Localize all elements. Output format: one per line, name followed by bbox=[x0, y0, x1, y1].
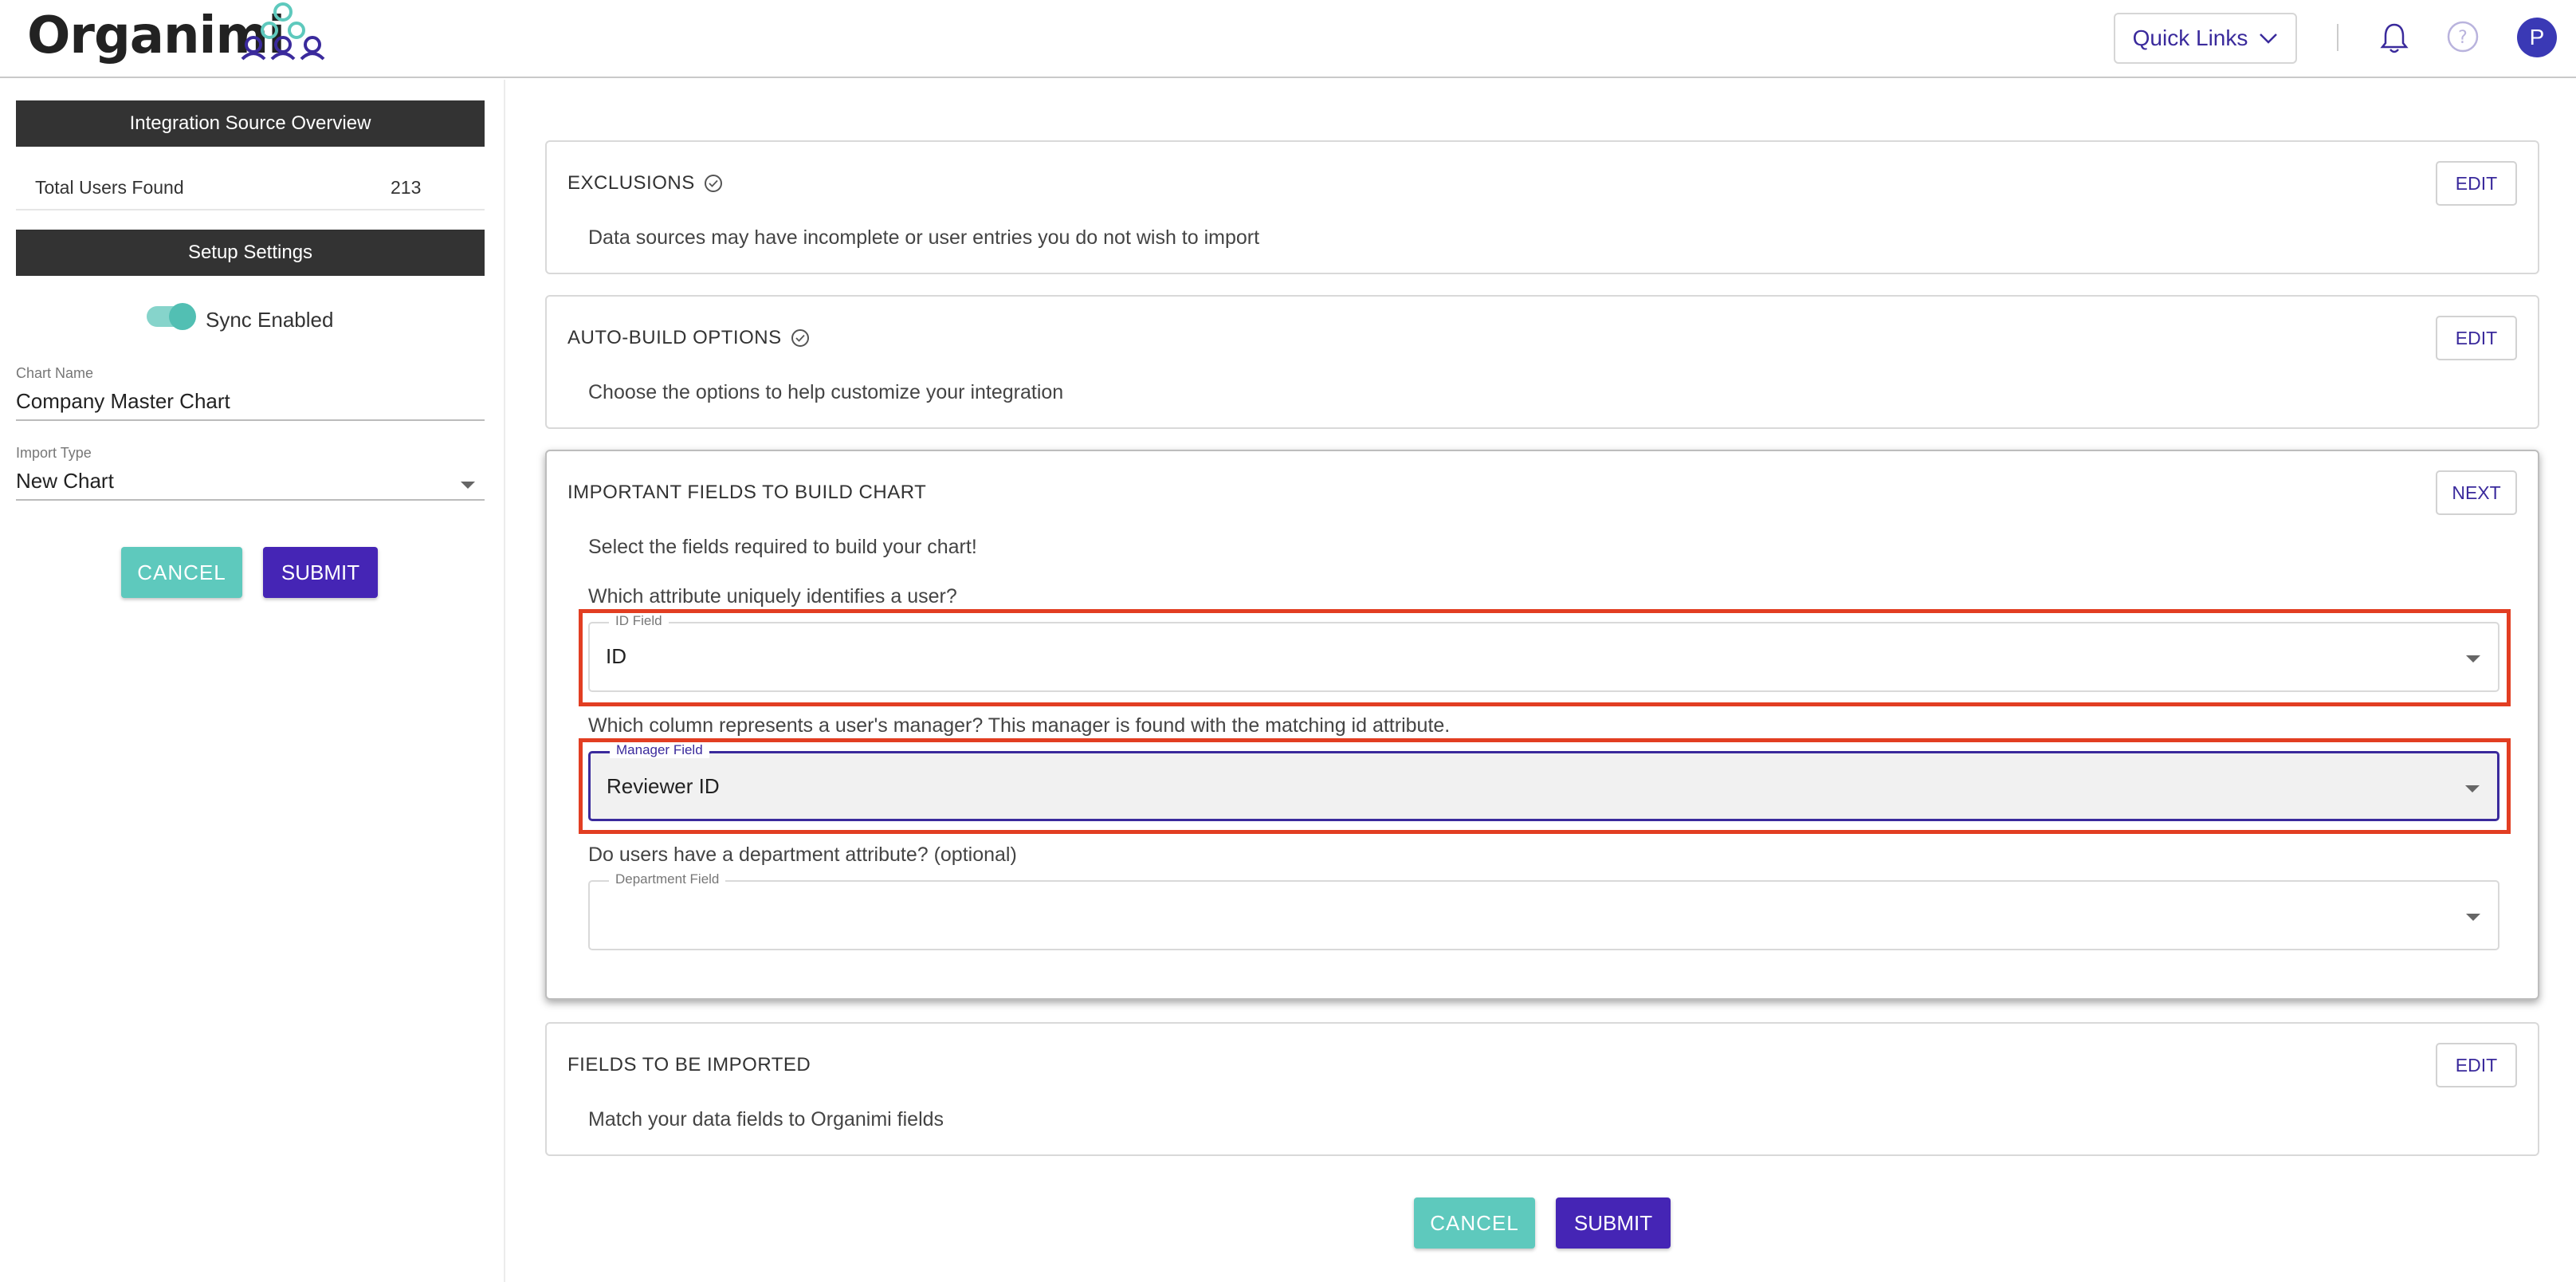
quick-links-button[interactable]: Quick Links bbox=[2114, 13, 2297, 64]
important-fields-card: IMPORTANT FIELDS TO BUILD CHART NEXT Sel… bbox=[545, 450, 2539, 1000]
total-users-label: Total Users Found bbox=[35, 177, 184, 198]
auto-build-description: Choose the options to help customize you… bbox=[588, 381, 1064, 403]
auto-build-title-row: AUTO-BUILD OPTIONS bbox=[567, 327, 809, 349]
setup-settings-title: Setup Settings bbox=[16, 230, 485, 276]
important-fields-next-button[interactable]: NEXT bbox=[2436, 470, 2517, 515]
dropdown-arrow-icon bbox=[2466, 914, 2480, 921]
sync-toggle[interactable] bbox=[147, 303, 196, 330]
total-users-row: Total Users Found 213 bbox=[16, 167, 485, 210]
id-question: Which attribute uniquely identifies a us… bbox=[588, 585, 957, 608]
important-fields-description: Select the fields required to build your… bbox=[588, 536, 977, 558]
sidebar-submit-button[interactable]: SUBMIT bbox=[263, 547, 378, 598]
manager-question: Which column represents a user's manager… bbox=[588, 714, 1451, 737]
import-type-label: Import Type bbox=[16, 445, 92, 461]
auto-build-card: AUTO-BUILD OPTIONS EDIT Choose the optio… bbox=[545, 295, 2539, 429]
department-question: Do users have a department attribute? (o… bbox=[588, 844, 1017, 866]
import-type-value: New Chart bbox=[16, 469, 114, 493]
important-fields-title: IMPORTANT FIELDS TO BUILD CHART bbox=[567, 482, 927, 503]
auto-build-title: AUTO-BUILD OPTIONS bbox=[567, 327, 782, 348]
quick-links-label: Quick Links bbox=[2132, 26, 2248, 50]
exclusions-description: Data sources may have incomplete or user… bbox=[588, 226, 1260, 249]
check-circle-icon bbox=[791, 329, 809, 347]
dropdown-arrow-icon bbox=[461, 482, 475, 489]
id-field-highlight bbox=[579, 609, 2511, 706]
auto-build-edit-button[interactable]: EDIT bbox=[2436, 316, 2517, 360]
total-users-value: 213 bbox=[391, 177, 422, 198]
exclusions-title-row: EXCLUSIONS bbox=[567, 172, 722, 195]
header-divider bbox=[2337, 24, 2338, 51]
chart-name-label: Chart Name bbox=[16, 365, 94, 381]
sidebar-cancel-button[interactable]: CANCEL bbox=[121, 547, 242, 598]
organimi-logo-icon bbox=[241, 2, 325, 61]
fields-imported-title: FIELDS TO BE IMPORTED bbox=[567, 1054, 811, 1076]
exclusions-card: EXCLUSIONS EDIT Data sources may have in… bbox=[545, 140, 2539, 274]
chart-name-input[interactable]: Company Master Chart bbox=[16, 384, 485, 421]
sidebar: Integration Source Overview Total Users … bbox=[0, 80, 505, 1282]
sync-label: Sync Enabled bbox=[206, 308, 334, 332]
toggle-knob bbox=[169, 303, 196, 330]
user-avatar[interactable]: P bbox=[2517, 18, 2557, 57]
exclusions-title: EXCLUSIONS bbox=[567, 172, 695, 194]
help-icon[interactable]: ? bbox=[2445, 19, 2480, 54]
notification-bell-icon[interactable] bbox=[2378, 21, 2410, 54]
chevron-down-icon bbox=[2260, 33, 2278, 44]
footer-submit-button[interactable]: SUBMIT bbox=[1556, 1197, 1671, 1249]
fields-imported-edit-button[interactable]: EDIT bbox=[2436, 1043, 2517, 1087]
integration-overview-title: Integration Source Overview bbox=[16, 100, 485, 147]
department-field-label: Department Field bbox=[609, 871, 726, 887]
svg-text:?: ? bbox=[2458, 28, 2468, 48]
department-field-select[interactable]: Department Field bbox=[588, 871, 2499, 950]
fields-imported-card: FIELDS TO BE IMPORTED EDIT Match your da… bbox=[545, 1022, 2539, 1156]
exclusions-edit-button[interactable]: EDIT bbox=[2436, 161, 2517, 206]
manager-field-highlight bbox=[579, 738, 2511, 834]
check-circle-icon bbox=[704, 175, 722, 192]
fields-imported-description: Match your data fields to Organimi field… bbox=[588, 1108, 944, 1131]
footer-cancel-button[interactable]: CANCEL bbox=[1414, 1197, 1535, 1249]
import-type-select[interactable]: New Chart bbox=[16, 464, 485, 501]
top-header: Organimi Quick Links ? P bbox=[0, 0, 2576, 78]
